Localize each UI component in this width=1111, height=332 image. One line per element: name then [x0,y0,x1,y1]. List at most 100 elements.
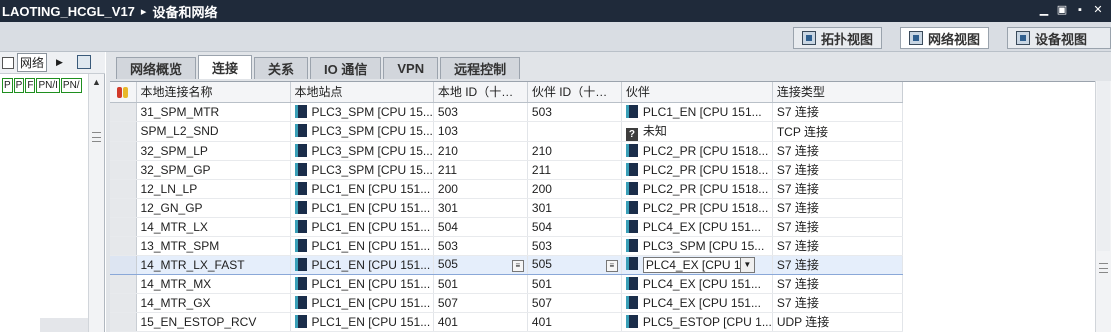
local-station-cell[interactable]: PLC1_EN [CPU 151... [290,179,434,199]
network-checkbox[interactable] [2,56,14,69]
local-name-cell[interactable]: 12_GN_GP [136,198,291,218]
port-label[interactable]: PN/ [60,77,82,93]
row-header[interactable] [110,102,137,122]
partner-id-cell[interactable] [527,121,622,142]
table-row[interactable]: 31_SPM_MTR PLC3_SPM [CPU 15... 503 503 PLC1_… [110,102,903,122]
local-name-cell[interactable]: 13_MTR_SPM [136,236,291,256]
partner-id-cell[interactable]: 503 [527,236,622,256]
partner-id-cell[interactable]: 211 [527,160,622,180]
table-row[interactable]: 14_MTR_MX PLC1_EN [CPU 151... 501 501 PLC4_E… [110,274,903,294]
local-id-cell[interactable]: 103 [433,121,528,142]
close-icon[interactable]: ✕ [1091,3,1105,17]
partner-cell[interactable]: PLC2_PR [CPU 1518... [621,141,773,161]
table-row[interactable]: 14_MTR_LX_FAST PLC1_EN [CPU 151... ≡ 505 ≡ 50… [110,254,903,275]
tab-vpn[interactable]: VPN [383,57,439,79]
local-name-cell[interactable]: 14_MTR_GX [136,293,291,313]
partner-cell[interactable]: PLC1_EN [CPU 151... [621,102,773,122]
row-header[interactable] [110,179,137,199]
local-name-cell[interactable]: 32_SPM_LP [136,141,291,161]
partner-id-cell[interactable]: 507 [527,293,622,313]
local-station-cell[interactable]: PLC1_EN [CPU 151... [290,198,434,218]
scroll-up-icon[interactable]: ▲ [89,74,104,90]
partner-cell[interactable]: PLC4_EX [CPU 151... [621,274,773,294]
restore-icon[interactable]: ▣ [1055,3,1069,17]
partner-id-cell[interactable]: 503 [527,102,622,122]
partner-cell[interactable]: PLC5_ESTOP [CPU 1... [621,312,773,332]
local-station-cell[interactable]: PLC3_SPM [CPU 15... [290,121,434,142]
column-header-partner[interactable]: 伙伴 [621,82,773,103]
expand-arrow-icon[interactable]: ▶ [56,57,63,68]
row-header[interactable] [110,254,137,275]
port-label[interactable]: PN/I [36,77,60,93]
row-header[interactable] [110,236,137,256]
dropdown-arrow-icon[interactable]: ▼ [739,257,754,272]
local-name-cell[interactable]: 14_MTR_LX [136,217,291,237]
table-row[interactable]: 12_GN_GP PLC1_EN [CPU 151... 301 301 PLC2_PR… [110,198,903,218]
partner-cell[interactable]: PLC4_EX [CPU 151... [621,217,773,237]
table-row[interactable]: 32_SPM_GP PLC3_SPM [CPU 15... 211 211 PLC2_P… [110,160,903,180]
connection-type-cell[interactable]: S7 连接 [772,236,903,256]
table-row[interactable]: 12_LN_LP PLC1_EN [CPU 151... 200 200 PLC2_PR… [110,179,903,199]
connection-type-cell[interactable]: S7 连接 [772,217,903,237]
local-station-cell[interactable]: PLC1_EN [CPU 151... [290,217,434,237]
local-name-cell[interactable]: 15_EN_ESTOP_RCV [136,312,291,332]
local-id-cell[interactable]: ≡ 505 [433,254,528,275]
partner-cell[interactable]: PLC2_PR [CPU 1518... [621,198,773,218]
connection-type-cell[interactable]: UDP 连接 [772,312,903,332]
partner-id-cell[interactable]: 210 [527,141,622,161]
row-header[interactable] [110,217,137,237]
local-id-cell[interactable]: 504 [433,217,528,237]
float-icon[interactable]: ▪ [1073,3,1087,17]
table-row[interactable]: 14_MTR_GX PLC1_EN [CPU 151... 507 507 PLC4_E… [110,293,903,313]
local-station-cell[interactable]: PLC3_SPM [CPU 15... [290,141,434,161]
tab-remote-control[interactable]: 远程控制 [440,57,521,79]
local-name-cell[interactable]: 32_SPM_GP [136,160,291,180]
row-header[interactable] [110,293,137,313]
partner-cell[interactable]: PLC3_SPM [CPU 15... [621,236,773,256]
row-header[interactable] [110,160,137,180]
row-header[interactable] [110,198,137,218]
tab-io-communication[interactable]: IO 通信 [310,57,382,79]
table-row[interactable]: 15_EN_ESTOP_RCV PLC1_EN [CPU 151... 401 401… [110,312,903,332]
local-station-cell[interactable]: PLC1_EN [CPU 151... [290,254,434,275]
partner-cell[interactable]: PLC4_EX [CPU 1... ▼ [621,254,773,275]
port-label[interactable]: F [25,77,36,93]
local-name-cell[interactable]: SPM_L2_SND [136,121,291,142]
local-id-cell[interactable]: 503 [433,236,528,256]
partner-id-cell[interactable]: 301 [527,198,622,218]
port-label[interactable]: P [13,77,25,93]
local-id-cell[interactable]: 507 [433,293,528,313]
connection-type-cell[interactable]: S7 连接 [772,198,903,218]
partner-id-cell[interactable]: 401 [527,312,622,332]
partner-cell[interactable]: PLC2_PR [CPU 1518... [621,160,773,180]
column-header-partner-id[interactable]: 伙伴 ID（十… [527,82,622,103]
connection-type-cell[interactable]: S7 连接 [772,179,903,199]
column-header-local-name[interactable]: 本地连接名称 [136,82,291,103]
tab-network-overview[interactable]: 网络概览 [116,57,197,79]
minimize-icon[interactable]: ▁ [1037,3,1051,17]
local-name-cell[interactable]: 12_LN_LP [136,179,291,199]
connection-type-cell[interactable]: S7 连接 [772,293,903,313]
connection-type-cell[interactable]: S7 连接 [772,254,903,275]
table-row[interactable]: 13_MTR_SPM PLC1_EN [CPU 151... 503 503 PLC3_… [110,236,903,256]
tab-topology-view[interactable]: 拓扑视图 [793,27,883,49]
table-row[interactable]: 32_SPM_LP PLC3_SPM [CPU 15... 210 210 PLC2_P… [110,141,903,161]
partner-cell[interactable]: PLC4_EX [CPU 151... [621,293,773,313]
scroll-thumb[interactable] [1097,81,1110,251]
row-header[interactable] [110,274,137,294]
id-edit-icon[interactable]: ≡ [605,260,618,272]
local-id-cell[interactable]: 200 [433,179,528,199]
port-label[interactable]: P [2,77,13,93]
partner-id-cell[interactable]: 501 [527,274,622,294]
local-id-cell[interactable]: 301 [433,198,528,218]
row-header[interactable] [110,312,137,332]
local-name-cell[interactable]: 14_MTR_LX_FAST [136,254,291,275]
partner-cell[interactable]: ? 未知 [621,121,773,142]
local-name-cell[interactable]: 31_SPM_MTR [136,102,291,122]
local-id-cell[interactable]: 401 [433,312,528,332]
connection-type-cell[interactable]: TCP 连接 [772,121,903,142]
tab-relations[interactable]: 关系 [254,57,309,79]
column-header-connection-type[interactable]: 连接类型 [772,82,903,103]
connection-type-cell[interactable]: S7 连接 [772,160,903,180]
local-station-cell[interactable]: PLC1_EN [CPU 151... [290,274,434,294]
